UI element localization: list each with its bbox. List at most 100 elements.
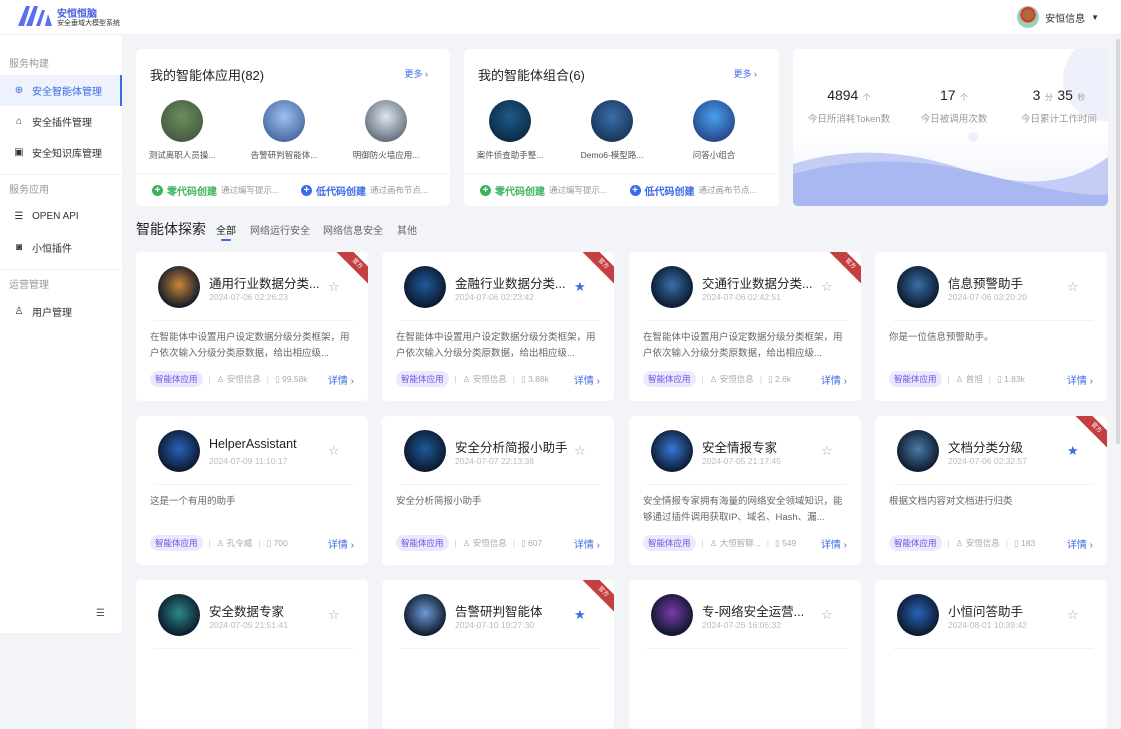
low-code-create-button[interactable]: + 低代码创建 通过画布节点... <box>629 183 780 198</box>
agent-shortcut[interactable]: 告警研判智能体... <box>238 100 330 161</box>
agent-card[interactable]: 官方 告警研判智能体 2024-07-10 19:27:30 ★ <box>382 580 614 729</box>
user-icon: ♙ <box>216 537 225 548</box>
agent-description: 根据文档内容对文档进行归类 <box>889 496 1013 507</box>
agent-card[interactable]: 官方 通用行业数据分类... 2024-07-06 02:26:23 ☆ 在智能… <box>136 252 368 401</box>
divider <box>154 320 354 321</box>
file-icon: ▯ <box>775 537 780 548</box>
agent-card[interactable]: HelperAssistant 2024-07-09 11:10:17 ☆ 这是… <box>136 416 368 565</box>
agent-card[interactable]: 官方 文档分类分级 2024-07-06 02:32:57 ★ 根据文档内容对文… <box>875 416 1107 565</box>
detail-link[interactable]: 详情 › <box>821 536 847 551</box>
star-icon[interactable]: ☆ <box>574 443 586 459</box>
divider <box>0 269 122 270</box>
more-link[interactable]: 更多 › <box>733 67 757 80</box>
detail-link[interactable]: 详情 › <box>821 372 847 387</box>
agent-name: Demo6-模型路... <box>580 150 644 160</box>
chevron-right-icon: › <box>350 539 354 551</box>
agent-card[interactable]: 安全数据专家 2024-07-05 21:51:41 ☆ <box>136 580 368 729</box>
explore-title: 智能体探索 <box>136 221 206 237</box>
agent-avatar <box>161 100 203 142</box>
chevron-right-icon: › <box>1089 539 1093 551</box>
detail-link[interactable]: 详情 › <box>328 536 354 551</box>
zero-code-create-button[interactable]: + 零代码创建 通过编写提示... <box>152 183 301 198</box>
agent-card[interactable]: 官方 交通行业数据分类... 2024-07-06 02:42:51 ☆ 在智能… <box>629 252 861 401</box>
star-icon[interactable]: ☆ <box>328 279 340 295</box>
agent-card[interactable]: 小恒问答助手 2024-08-01 10:39:42 ☆ <box>875 580 1107 729</box>
agent-shortcut[interactable]: 问答小组合 <box>668 100 760 161</box>
collapse-menu-icon[interactable]: ☰ <box>96 608 105 619</box>
tab-filter[interactable]: 其他 <box>397 222 417 237</box>
star-icon[interactable]: ☆ <box>821 443 833 459</box>
star-icon[interactable]: ☆ <box>328 607 340 623</box>
star-icon[interactable]: ☆ <box>821 279 833 295</box>
chevron-right-icon: › <box>425 69 428 79</box>
divider <box>893 320 1093 321</box>
brand-subtitle: 安全垂域大模型系统 <box>57 20 120 27</box>
agent-card[interactable]: 官方 金融行业数据分类... 2024-07-06 02:23:42 ★ 在智能… <box>382 252 614 401</box>
agent-shortcut[interactable]: 案件侦查助手整... <box>464 100 556 161</box>
agent-card[interactable]: 专-网络安全运营... 2024-07-26 16:06:32 ☆ <box>629 580 861 729</box>
star-icon[interactable]: ☆ <box>821 607 833 623</box>
agent-date: 2024-07-10 19:27:30 <box>455 620 534 630</box>
agent-title: 金融行业数据分类... <box>455 277 566 291</box>
agent-date: 2024-07-05 21:17:45 <box>702 456 781 466</box>
star-filled-icon[interactable]: ★ <box>574 607 586 623</box>
agent-card[interactable]: 信息预警助手 2024-07-06 03:20:20 ☆ 你是一位信息预警助手。… <box>875 252 1107 401</box>
detail-link[interactable]: 详情 › <box>1067 536 1093 551</box>
sidebar-item[interactable]: ♙ 用户管理 <box>0 296 122 327</box>
star-filled-icon[interactable]: ★ <box>574 279 586 295</box>
sidebar-item[interactable]: ▣ 安全知识库管理 <box>0 137 122 168</box>
usage-count: 607 <box>528 538 543 548</box>
stats-card: 4894 个今日所消耗Token数 17 个今日被调用次数 3 分 35 秒今日累计… <box>793 49 1108 206</box>
sidebar-item[interactable]: ◙ 小恒插件 <box>0 232 122 263</box>
agent-card[interactable]: 安全分析简报小助手 2024-07-07 22:13:38 ☆ 安全分析简报小助… <box>382 416 614 565</box>
star-filled-icon[interactable]: ★ <box>1067 443 1079 459</box>
my-combos-card: 我的智能体组合(6) 更多 › 案件侦查助手整... Demo6-模型路... 问答小… <box>464 49 779 206</box>
sidebar-item[interactable]: ⌂ 安全插件管理 <box>0 106 122 137</box>
scrollbar[interactable] <box>1115 35 1121 633</box>
user-icon: ♙ <box>709 373 718 384</box>
agent-avatar <box>158 430 200 472</box>
agent-shortcut[interactable]: 明御防火墙应用... <box>340 100 432 161</box>
chevron-right-icon: › <box>596 375 600 387</box>
agent-card[interactable]: 安全情报专家 2024-07-05 21:17:45 ☆ 安全情报专家拥有海量的… <box>629 416 861 565</box>
agent-title: HelperAssistant <box>209 437 297 451</box>
avatar <box>1017 6 1040 28</box>
agent-avatar <box>404 594 446 636</box>
agent-shortcut[interactable]: Demo6-模型路... <box>566 100 658 161</box>
agent-avatar <box>404 266 446 308</box>
low-code-create-button[interactable]: + 低代码创建 通过画布节点... <box>301 183 450 198</box>
type-tag: 智能体应用 <box>643 371 696 387</box>
my-apps-card: 我的智能体应用(82) 更多 › 测试离职人员操... 告警研判智能体... 明御防火… <box>136 49 450 206</box>
detail-link[interactable]: 详情 › <box>1067 372 1093 387</box>
star-icon[interactable]: ☆ <box>328 443 340 459</box>
detail-link[interactable]: 详情 › <box>574 536 600 551</box>
agent-date: 2024-07-06 03:20:20 <box>948 292 1027 302</box>
user-menu[interactable]: 安恒信息 ▼ <box>1017 6 1099 28</box>
type-tag: 智能体应用 <box>150 371 203 387</box>
agent-description: 安全情报专家拥有海量的网络安全领域知识，能够通过插件调用获取IP、域名、Hash… <box>643 496 843 523</box>
agent-shortcut[interactable]: 测试离职人员操... <box>136 100 228 161</box>
agent-avatar <box>693 100 735 142</box>
zero-code-create-button[interactable]: + 零代码创建 通过编写提示... <box>480 183 630 198</box>
user-name: 安恒信息 <box>1045 13 1086 25</box>
user-icon: ♙ <box>462 373 471 384</box>
user-icon: ♙ <box>462 537 471 548</box>
plus-circle-icon: + <box>480 184 491 196</box>
agent-author: 安恒信息 <box>472 374 507 384</box>
tab-filter[interactable]: 网络运行安全 <box>250 222 310 237</box>
more-link[interactable]: 更多 › <box>404 67 428 80</box>
sidebar-item-label: OPEN API <box>32 211 79 222</box>
usage-count: 700 <box>273 538 288 548</box>
sidebar-item[interactable]: ☰ OPEN API <box>0 201 122 232</box>
star-icon[interactable]: ☆ <box>1067 279 1079 295</box>
agent-date: 2024-07-06 02:32:57 <box>948 456 1027 466</box>
sidebar-item[interactable]: ⊕ 安全智能体管理 <box>0 75 122 106</box>
agent-title: 告警研判智能体 <box>455 605 543 619</box>
star-icon[interactable]: ☆ <box>1067 607 1079 623</box>
sidebar-item-label: 安全插件管理 <box>32 118 92 129</box>
detail-link[interactable]: 详情 › <box>328 372 354 387</box>
tab-filter[interactable]: 全部 <box>216 222 236 241</box>
tab-filter[interactable]: 网络信息安全 <box>323 222 383 237</box>
file-icon: ▯ <box>274 373 280 384</box>
detail-link[interactable]: 详情 › <box>574 372 600 387</box>
